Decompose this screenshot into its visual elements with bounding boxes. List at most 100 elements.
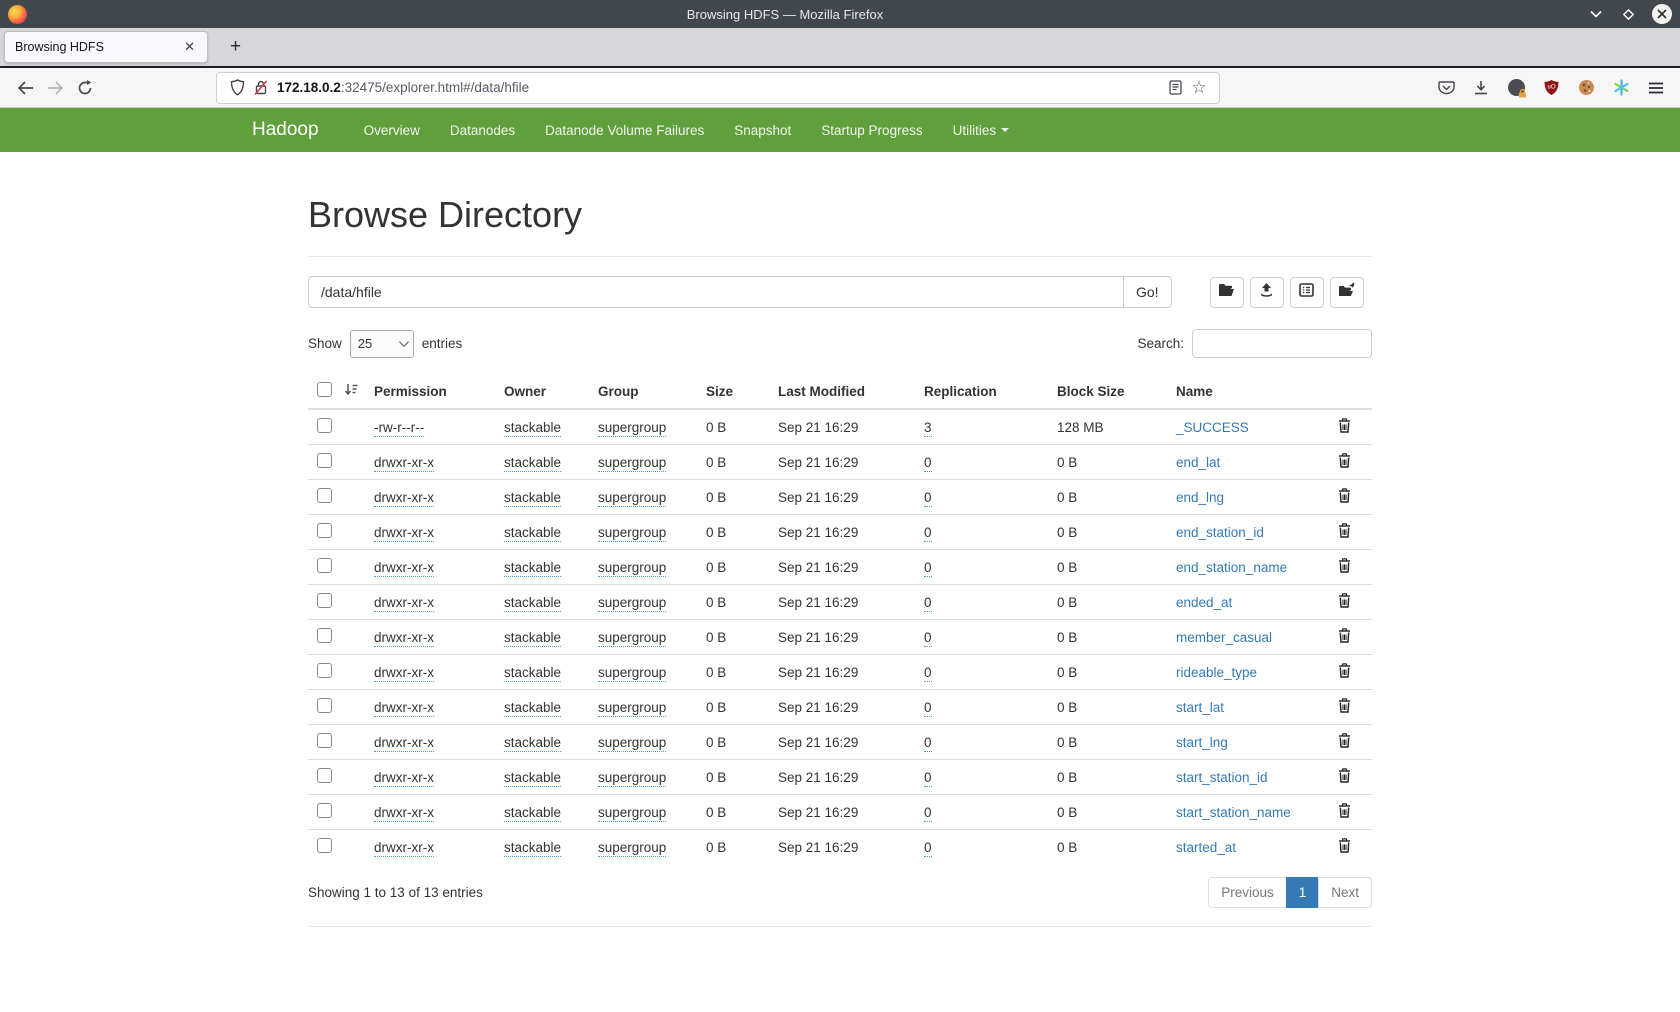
file-name-link[interactable]: member_casual	[1176, 630, 1272, 645]
file-name-link[interactable]: end_station_name	[1176, 560, 1287, 575]
header-replication[interactable]: Replication	[924, 374, 1057, 409]
go-button[interactable]: Go!	[1124, 276, 1172, 308]
permission-value[interactable]: drwxr-xr-x	[374, 630, 434, 647]
trash-icon[interactable]	[1338, 488, 1351, 506]
replication-value[interactable]: 0	[924, 595, 932, 612]
nav-item-overview[interactable]: Overview	[349, 108, 435, 152]
owner-value[interactable]: stackable	[504, 420, 561, 437]
list-alt-button[interactable]	[1290, 277, 1324, 308]
file-name-link[interactable]: start_station_id	[1176, 770, 1268, 785]
nav-item-startup-progress[interactable]: Startup Progress	[806, 108, 937, 152]
trash-icon[interactable]	[1338, 628, 1351, 646]
replication-value[interactable]: 0	[924, 700, 932, 717]
file-name-link[interactable]: _SUCCESS	[1176, 420, 1249, 435]
permission-value[interactable]: drwxr-xr-x	[374, 840, 434, 857]
insecure-lock-icon[interactable]	[249, 76, 273, 100]
replication-value[interactable]: 0	[924, 490, 932, 507]
header-group[interactable]: Group	[598, 374, 706, 409]
file-name-link[interactable]: start_lng	[1176, 735, 1228, 750]
nav-item-snapshot[interactable]: Snapshot	[719, 108, 806, 152]
permission-value[interactable]: drwxr-xr-x	[374, 490, 434, 507]
row-checkbox[interactable]	[317, 488, 332, 503]
owner-value[interactable]: stackable	[504, 630, 561, 647]
file-name-link[interactable]: start_lat	[1176, 700, 1224, 715]
group-value[interactable]: supergroup	[598, 665, 666, 682]
maximize-icon[interactable]	[1620, 6, 1636, 22]
nav-item-datanode-volume-failures[interactable]: Datanode Volume Failures	[530, 108, 719, 152]
owner-value[interactable]: stackable	[504, 455, 561, 472]
trash-icon[interactable]	[1338, 593, 1351, 611]
search-input[interactable]	[1192, 329, 1372, 358]
owner-value[interactable]: stackable	[504, 595, 561, 612]
bookmark-star-icon[interactable]: ☆	[1187, 76, 1211, 100]
back-icon[interactable]	[10, 74, 40, 102]
permission-value[interactable]: drwxr-xr-x	[374, 700, 434, 717]
row-checkbox[interactable]	[317, 663, 332, 678]
file-name-link[interactable]: end_lat	[1176, 455, 1220, 470]
owner-value[interactable]: stackable	[504, 490, 561, 507]
row-checkbox[interactable]	[317, 453, 332, 468]
trash-icon[interactable]	[1338, 803, 1351, 821]
replication-value[interactable]: 0	[924, 665, 932, 682]
replication-value[interactable]: 0	[924, 455, 932, 472]
trash-icon[interactable]	[1338, 768, 1351, 786]
group-value[interactable]: supergroup	[598, 700, 666, 717]
permission-value[interactable]: drwxr-xr-x	[374, 560, 434, 577]
reload-icon[interactable]	[70, 74, 100, 102]
permission-value[interactable]: drwxr-xr-x	[374, 595, 434, 612]
row-checkbox[interactable]	[317, 523, 332, 538]
permission-value[interactable]: drwxr-xr-x	[374, 735, 434, 752]
trash-icon[interactable]	[1338, 698, 1351, 716]
group-value[interactable]: supergroup	[598, 735, 666, 752]
owner-value[interactable]: stackable	[504, 700, 561, 717]
row-checkbox[interactable]	[317, 628, 332, 643]
trash-icon[interactable]	[1338, 558, 1351, 576]
permission-value[interactable]: drwxr-xr-x	[374, 770, 434, 787]
tab-browsing-hdfs[interactable]: Browsing HDFS ✕	[4, 31, 208, 63]
owner-value[interactable]: stackable	[504, 770, 561, 787]
header-permission[interactable]: Permission	[374, 374, 504, 409]
row-checkbox[interactable]	[317, 593, 332, 608]
shield-icon[interactable]	[225, 76, 249, 100]
upload-button[interactable]	[1250, 277, 1284, 308]
navbar-brand-hadoop[interactable]: Hadoop	[252, 119, 335, 141]
row-checkbox[interactable]	[317, 418, 332, 433]
header-select-sort[interactable]	[344, 374, 374, 409]
colorful-asterisk-extension-icon[interactable]	[1607, 74, 1635, 102]
file-name-link[interactable]: end_lng	[1176, 490, 1224, 505]
replication-value[interactable]: 0	[924, 560, 932, 577]
header-name[interactable]: Name	[1176, 374, 1338, 409]
owner-value[interactable]: stackable	[504, 525, 561, 542]
header-last-modified[interactable]: Last Modified	[778, 374, 924, 409]
group-value[interactable]: supergroup	[598, 840, 666, 857]
forward-icon[interactable]	[40, 74, 70, 102]
minimize-icon[interactable]	[1588, 6, 1604, 22]
group-value[interactable]: supergroup	[598, 525, 666, 542]
replication-value[interactable]: 0	[924, 805, 932, 822]
replication-value[interactable]: 0	[924, 770, 932, 787]
group-value[interactable]: supergroup	[598, 805, 666, 822]
permission-value[interactable]: drwxr-xr-x	[374, 455, 434, 472]
trash-icon[interactable]	[1338, 733, 1351, 751]
row-checkbox[interactable]	[317, 558, 332, 573]
trash-icon[interactable]	[1338, 453, 1351, 471]
group-value[interactable]: supergroup	[598, 630, 666, 647]
ublock-origin-icon[interactable]: uO	[1537, 74, 1565, 102]
folder-open-button[interactable]	[1210, 277, 1244, 308]
permission-value[interactable]: -rw-r--r--	[374, 420, 424, 437]
header-block-size[interactable]: Block Size	[1057, 374, 1176, 409]
owner-value[interactable]: stackable	[504, 560, 561, 577]
pocket-icon[interactable]	[1432, 74, 1460, 102]
group-value[interactable]: supergroup	[598, 455, 666, 472]
row-checkbox[interactable]	[317, 803, 332, 818]
tab-close-icon[interactable]: ✕	[182, 39, 197, 55]
select-all-checkbox[interactable]	[317, 382, 332, 397]
owner-value[interactable]: stackable	[504, 665, 561, 682]
group-value[interactable]: supergroup	[598, 420, 666, 437]
page-length-select[interactable]: 25	[350, 330, 414, 358]
group-value[interactable]: supergroup	[598, 770, 666, 787]
owner-value[interactable]: stackable	[504, 840, 561, 857]
row-checkbox[interactable]	[317, 768, 332, 783]
new-tab-button[interactable]: +	[224, 36, 247, 58]
permission-value[interactable]: drwxr-xr-x	[374, 665, 434, 682]
